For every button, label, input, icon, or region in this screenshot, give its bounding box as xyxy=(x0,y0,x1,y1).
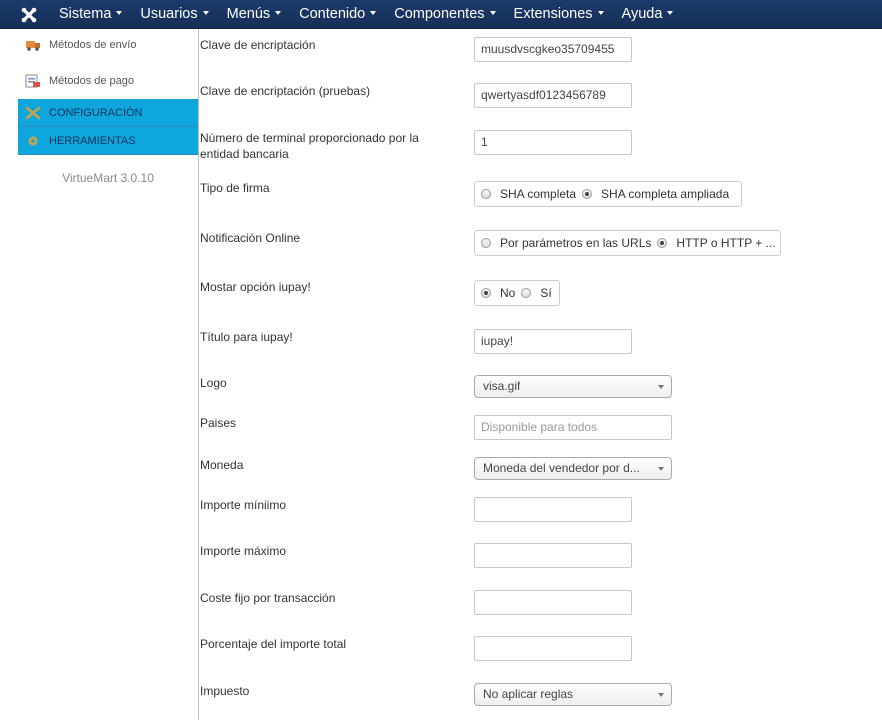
sidebar-item-payment-methods[interactable]: Métodos de pago xyxy=(18,67,198,95)
dropdown-arrow-icon xyxy=(658,385,664,389)
select-value: visa.gif xyxy=(483,379,521,393)
countries-label: Paises xyxy=(200,416,237,430)
select-value: No aplicar reglas xyxy=(483,687,574,701)
sidebar-item-label: CONFIGURACIÓN xyxy=(49,106,143,119)
caret-down-icon xyxy=(370,11,377,16)
radio-label: SHA completa xyxy=(500,187,577,201)
menu-menus[interactable]: Menús xyxy=(218,0,291,29)
main-menu: Sistema Usuarios Menús Contenido Compone… xyxy=(50,0,682,29)
caret-down-icon xyxy=(275,11,282,16)
online-notification-radio-group: Por parámetros en las URLs HTTP o HTTP +… xyxy=(474,230,781,256)
show-iupay-label: Mostar opción iupay! xyxy=(200,280,311,294)
currency-select[interactable]: Moneda del vendedor por d... xyxy=(474,457,672,480)
caret-down-icon xyxy=(597,11,604,16)
menu-sistema[interactable]: Sistema xyxy=(50,0,131,29)
countries-input[interactable]: Disponible para todos xyxy=(474,415,672,440)
menu-contenido[interactable]: Contenido xyxy=(290,0,385,29)
version-text: VirtueMart 3.0.10 xyxy=(62,171,154,185)
radio-si[interactable] xyxy=(521,288,532,298)
caret-down-icon xyxy=(489,11,496,16)
joomla-logo-icon[interactable] xyxy=(20,6,38,24)
radio-label: HTTP o HTTP + ... xyxy=(676,236,776,250)
percent-fee-input[interactable] xyxy=(474,636,632,661)
currency-label: Moneda xyxy=(200,458,244,472)
encryption-key-test-label: Clave de encriptación (pruebas) xyxy=(200,84,371,98)
radio-label: Sí xyxy=(540,286,552,300)
menu-label: Extensiones xyxy=(513,6,593,22)
truck-icon xyxy=(26,41,40,51)
radio-label: No xyxy=(500,286,516,300)
radio-http[interactable] xyxy=(657,238,668,248)
max-amount-input[interactable] xyxy=(474,543,632,568)
menu-ayuda[interactable]: Ayuda xyxy=(613,0,683,29)
min-amount-label: Importe míniimo xyxy=(200,498,287,512)
encryption-key-label: Clave de encriptación xyxy=(200,38,316,52)
menu-label: Ayuda xyxy=(621,6,663,22)
iupay-title-input[interactable]: iupay! xyxy=(474,329,632,354)
caret-down-icon xyxy=(667,11,674,16)
tax-label: Impuesto xyxy=(200,684,250,698)
sidebar-item-configuracion[interactable]: CONFIGURACIÓN xyxy=(18,99,198,127)
encryption-key-input[interactable]: muusdvscgkeo35709455 xyxy=(474,37,632,62)
signature-type-label: Tipo de firma xyxy=(200,181,270,195)
config-icon xyxy=(25,106,41,119)
menu-label: Componentes xyxy=(394,6,485,22)
radio-sha-completa-ampliada[interactable] xyxy=(582,189,593,199)
top-navbar: Sistema Usuarios Menús Contenido Compone… xyxy=(0,0,882,29)
sidebar-item-label: Métodos de pago xyxy=(49,75,135,87)
menu-componentes[interactable]: Componentes xyxy=(385,0,504,29)
vertical-divider xyxy=(198,29,199,720)
terminal-input[interactable]: 1 xyxy=(474,130,632,155)
encryption-key-test-input[interactable]: qwertyasdf0123456789 xyxy=(474,83,632,108)
sidebar-item-label: HERRAMIENTAS xyxy=(49,134,136,147)
menu-usuarios[interactable]: Usuarios xyxy=(131,0,217,29)
logo-select[interactable]: visa.gif xyxy=(474,375,672,398)
menu-label: Contenido xyxy=(299,6,366,22)
menu-label: Usuarios xyxy=(140,6,198,22)
min-amount-input[interactable] xyxy=(474,497,632,522)
fixed-fee-label: Coste fijo por transacción xyxy=(200,591,336,605)
terminal-label-line1: Número de terminal proporcionado por la xyxy=(200,131,419,145)
select-value: Moneda del vendedor por d... xyxy=(483,461,640,475)
dropdown-arrow-icon xyxy=(658,467,664,471)
fixed-fee-input[interactable] xyxy=(474,590,632,615)
sidebar-item-herramientas[interactable]: HERRAMIENTAS xyxy=(18,127,198,155)
payment-icon xyxy=(25,74,40,88)
max-amount-label: Importe máximo xyxy=(200,544,287,558)
caret-down-icon xyxy=(202,11,209,16)
dropdown-arrow-icon xyxy=(658,693,664,697)
signature-type-radio-group: SHA completa SHA completa ampliada xyxy=(474,181,742,207)
menu-label: Sistema xyxy=(59,6,112,22)
sidebar: Métodos de envío Métodos de pago CONFIGU… xyxy=(0,29,198,720)
caret-down-icon xyxy=(116,11,123,16)
logo-label: Logo xyxy=(200,376,227,390)
radio-no[interactable] xyxy=(481,288,491,298)
iupay-title-label: Título para iupay! xyxy=(200,330,293,344)
tools-icon xyxy=(28,136,38,145)
radio-sha-completa[interactable] xyxy=(481,189,491,199)
online-notification-label: Notificación Online xyxy=(200,231,301,245)
radio-label: SHA completa ampliada xyxy=(601,187,730,201)
sidebar-item-label: Métodos de envío xyxy=(49,39,137,51)
terminal-label-line2: entidad bancaria xyxy=(200,147,289,161)
menu-extensiones[interactable]: Extensiones xyxy=(505,0,613,29)
terminal-label: Número de terminal proporcionado por la … xyxy=(200,130,419,162)
percent-fee-label: Porcentaje del importe total xyxy=(200,637,347,651)
menu-label: Menús xyxy=(226,6,271,22)
radio-url-params[interactable] xyxy=(481,238,491,248)
radio-label: Por parámetros en las URLs xyxy=(500,236,652,250)
show-iupay-radio-group: No Sí xyxy=(474,280,560,306)
sidebar-item-shipping-methods[interactable]: Métodos de envío xyxy=(18,31,198,59)
tax-select[interactable]: No aplicar reglas xyxy=(474,683,672,706)
